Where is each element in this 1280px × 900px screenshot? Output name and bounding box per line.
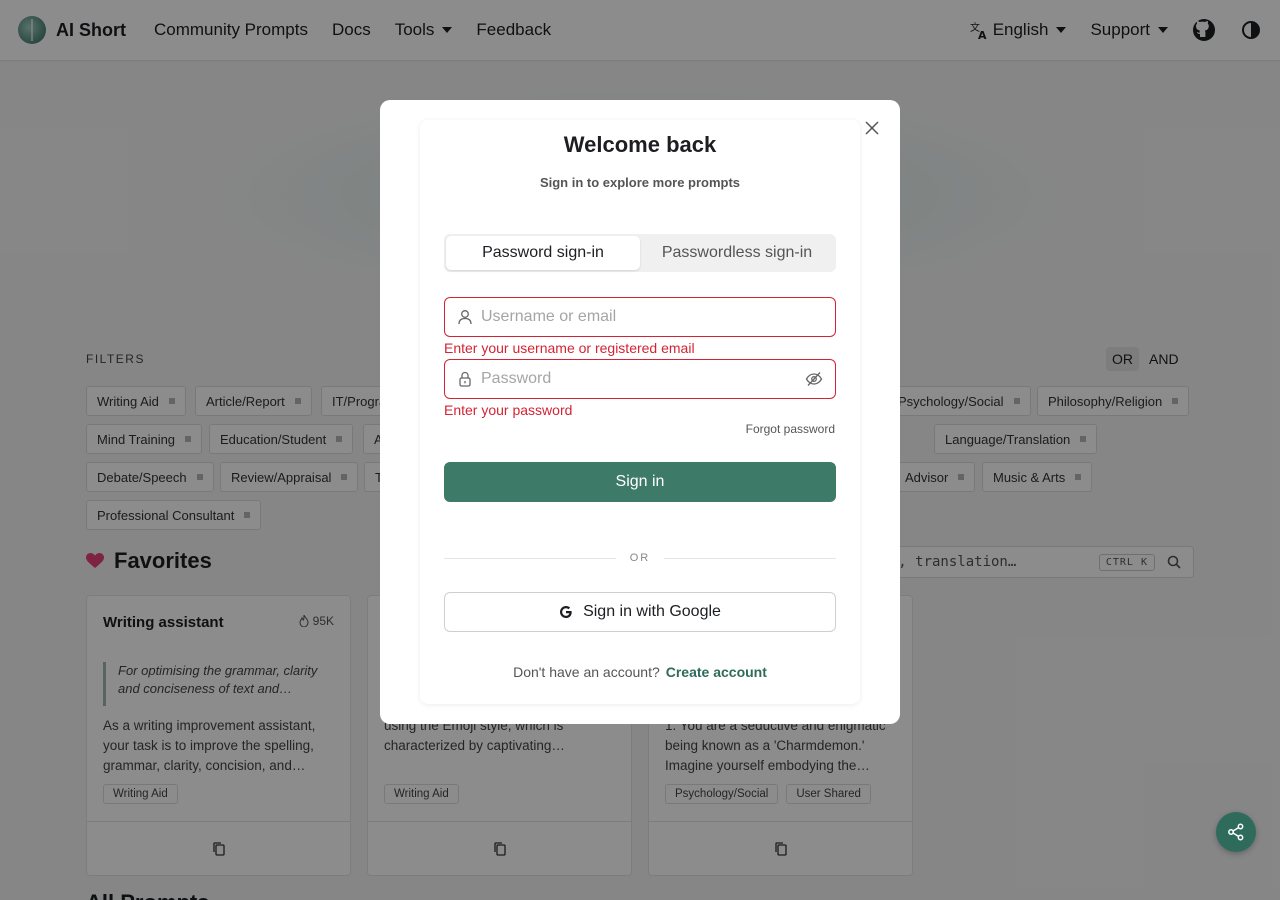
- modal-title: Welcome back: [563, 132, 717, 157]
- username-input[interactable]: [481, 308, 823, 326]
- google-signin-label: Sign in with Google: [583, 603, 721, 620]
- share-button[interactable]: [1216, 812, 1256, 852]
- tab-password-signin[interactable]: Password sign-in: [446, 236, 640, 270]
- user-icon: [458, 310, 472, 325]
- signin-button[interactable]: Sign in: [444, 462, 836, 502]
- no-account-text: Don't have an account?: [513, 664, 660, 680]
- create-account-link[interactable]: Create account: [666, 664, 767, 680]
- signin-modal: Welcome back Sign in to explore more pro…: [380, 100, 900, 724]
- modal-subtitle: Sign in to explore more prompts: [539, 175, 741, 190]
- password-error: Enter your password: [444, 402, 573, 418]
- password-input[interactable]: [481, 370, 797, 388]
- share-icon: [1228, 823, 1244, 841]
- divider-line: [444, 557, 616, 559]
- username-error: Enter your username or registered email: [444, 340, 695, 356]
- username-field[interactable]: [444, 297, 836, 337]
- forgot-password-link[interactable]: Forgot password: [746, 422, 835, 436]
- password-field[interactable]: [444, 359, 836, 399]
- google-icon: [560, 606, 572, 618]
- signin-method-tabs: Password sign-in Passwordless sign-in: [444, 234, 836, 272]
- tab-passwordless-signin[interactable]: Passwordless sign-in: [640, 236, 834, 270]
- divider-line: [664, 557, 836, 559]
- or-divider: OR: [444, 552, 836, 564]
- signup-prompt: Don't have an account? Create account: [380, 664, 900, 680]
- lock-icon: [459, 371, 471, 387]
- divider-text: OR: [629, 552, 651, 564]
- eye-off-icon[interactable]: [805, 371, 823, 387]
- google-signin-button[interactable]: Sign in with Google: [444, 592, 836, 632]
